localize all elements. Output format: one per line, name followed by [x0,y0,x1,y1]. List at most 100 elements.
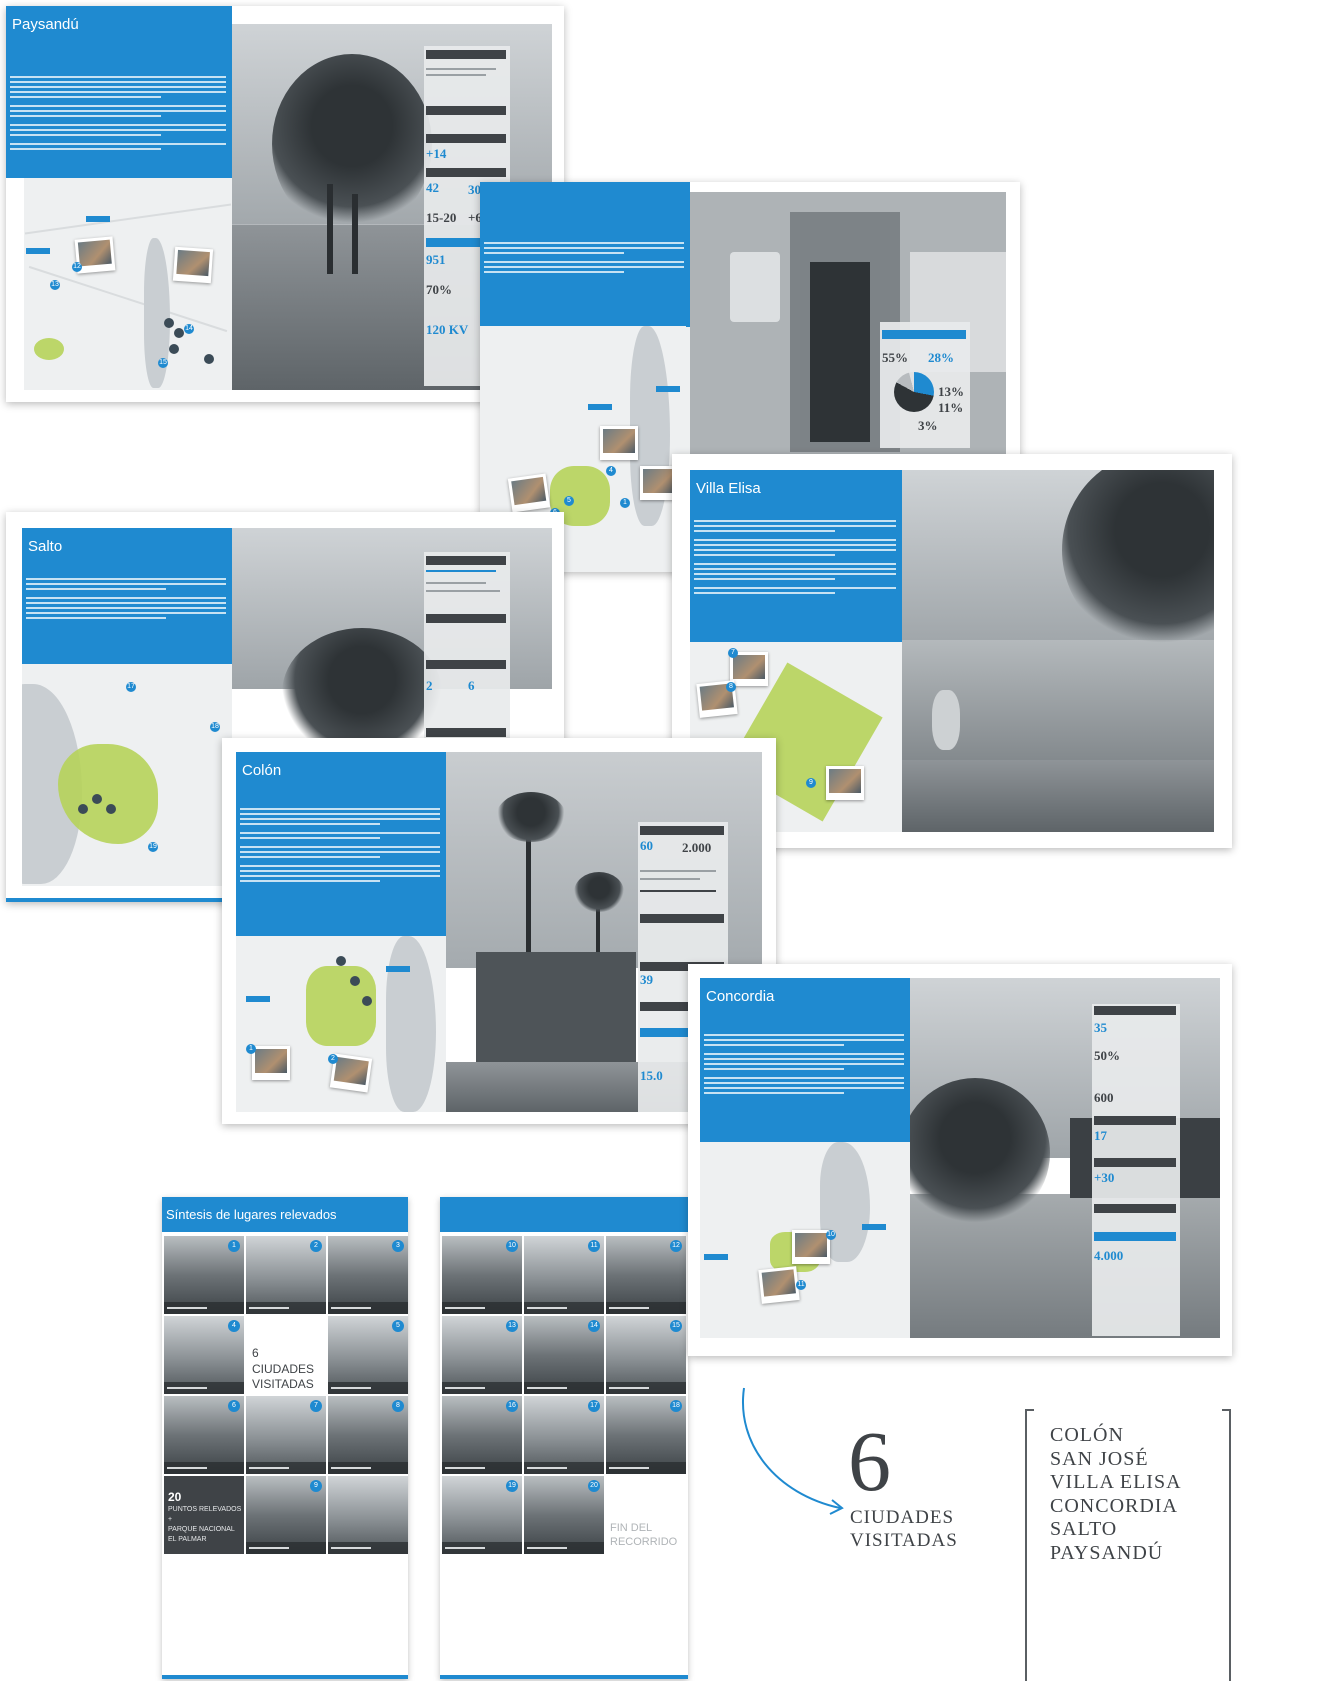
map-pin-icon [164,318,174,328]
map-pin-icon: 7 [728,648,738,658]
stat-number: +30 [1094,1170,1115,1185]
place-tile: 7 [246,1396,326,1474]
section-madera [426,134,506,143]
points-count: 20 [168,1490,182,1504]
map-pin-icon: 13 [50,280,60,290]
section-madera [426,660,506,669]
stat-number: 4.000 [1094,1248,1124,1263]
stat-number: 2.000 [682,840,712,855]
city-title: Concordia [706,988,775,1005]
spread-concordia: Concordia 10 11 35 50% 600 17 +30 4.000 [688,964,1232,1356]
stat-number: 42 [426,180,439,195]
section-metalmecanica [426,728,506,737]
section-turismo [882,330,966,339]
section-textil [426,106,506,115]
place-tile: 15 [606,1316,686,1394]
stat-number: 17 [1094,1128,1107,1143]
text-panel: Salto [22,528,232,664]
points-count-tile: 20 PUNTOS RELEVADOS + PARQUE NACIONAL EL… [164,1476,244,1554]
text-panel: Colón [236,752,446,936]
points-label: PUNTOS RELEVADOS [168,1506,242,1513]
text-panel: Paysandú [6,6,232,178]
section-alimentos [1094,1006,1176,1015]
cities-label: VISITADAS [252,1377,314,1391]
points-label: EL PALMAR [168,1536,207,1543]
map-pin-icon [204,354,214,364]
section-metalmecanica [426,168,506,177]
map-pin-icon [350,976,360,986]
place-tile: 4 [164,1316,244,1394]
city-item: COLÓN [1050,1424,1124,1446]
map-pin-icon: 9 [806,778,816,788]
arrow-curve-icon [742,1387,844,1515]
city-title: Villa Elisa [696,480,761,497]
city-item: SAN JOSÉ [1050,1447,1149,1470]
place-tile: 8 [328,1396,408,1474]
stat-number: 15-20 [426,210,457,225]
city-map: 17 18 19 [22,664,232,886]
place-tile: 5 [328,1316,408,1394]
map-pin-icon: 1 [620,498,630,508]
place-tile: 11 [524,1236,604,1314]
map-pin-icon [92,794,102,804]
section-textil [426,614,506,623]
cities-count-tile: 6 CIUDADES VISITADAS [246,1316,326,1394]
synthesis-title: Síntesis de lugares relevados [166,1207,337,1222]
map-pin-icon: 14 [184,324,194,334]
place-tile: 3 [328,1236,408,1314]
pie-chart [894,372,934,412]
section-madera [1094,1158,1176,1167]
cities-count-big: 6 [848,1413,891,1509]
city-map: 12 13 14 15 [24,178,232,390]
cities-label-big: VISITADAS [850,1530,958,1551]
info-column: 55% 28% 13% 11% 3% [880,322,970,448]
city-item: PAYSANDÚ [1050,1541,1164,1564]
stat-number: 28% [928,350,954,365]
end-label: FIN DEL [610,1522,653,1534]
stat-number: 35 [1094,1020,1107,1035]
map-pin-icon: 10 [826,1230,836,1240]
stat-number: 55% [882,350,908,365]
synthesis-page-left: Síntesis de lugares relevados 1 2 3 4 6 … [162,1197,408,1679]
section-textil [640,914,724,923]
city-item: SALTO [1050,1518,1118,1540]
stat-number: 3% [918,418,938,433]
place-tile: 20 [524,1476,604,1554]
body-text [10,76,226,157]
map-pin-icon: 17 [126,682,136,692]
map-pin-icon: 12 [72,262,82,272]
map-pin-icon [169,344,179,354]
map-pin-icon: 11 [796,1280,806,1290]
map-pin-icon [362,996,372,1006]
points-label: PARQUE NACIONAL [168,1526,235,1533]
map-pin-icon [336,956,346,966]
place-tile: 2 [246,1236,326,1314]
synthesis-header: Síntesis de lugares relevados [162,1197,408,1232]
place-tile: 12 [606,1236,686,1314]
stat-number: +14 [426,146,447,161]
city-map: 10 11 [700,1142,910,1338]
stat-number: 11% [938,400,964,415]
synthesis-header [440,1197,688,1232]
end-label: RECORRIDO [610,1536,678,1548]
stat-number: 6 [468,678,475,693]
info-column: 2 6 [424,552,510,752]
place-tile: 16 [442,1396,522,1474]
stat-number: 70% [426,282,452,297]
place-tile: 1 [164,1236,244,1314]
lake-photo [902,470,1214,832]
city-list: COLÓN SAN JOSÉ VILLA ELISA CONCORDIA SAL… [1050,1424,1182,1565]
stat-number: 951 [426,252,446,267]
place-tile: 9 [246,1476,326,1554]
place-tile: 17 [524,1396,604,1474]
place-tile: 13 [442,1316,522,1394]
cities-count: 6 [252,1346,259,1360]
section-alimentos [426,50,506,59]
map-pin-icon: 5 [564,496,574,506]
map-pin-icon: 19 [148,842,158,852]
place-tile: 6 [164,1396,244,1474]
map-pin-icon: 2 [328,1054,338,1064]
points-label: + [168,1516,173,1523]
end-tile: FIN DEL RECORRIDO [606,1476,686,1554]
place-tile: 14 [524,1316,604,1394]
